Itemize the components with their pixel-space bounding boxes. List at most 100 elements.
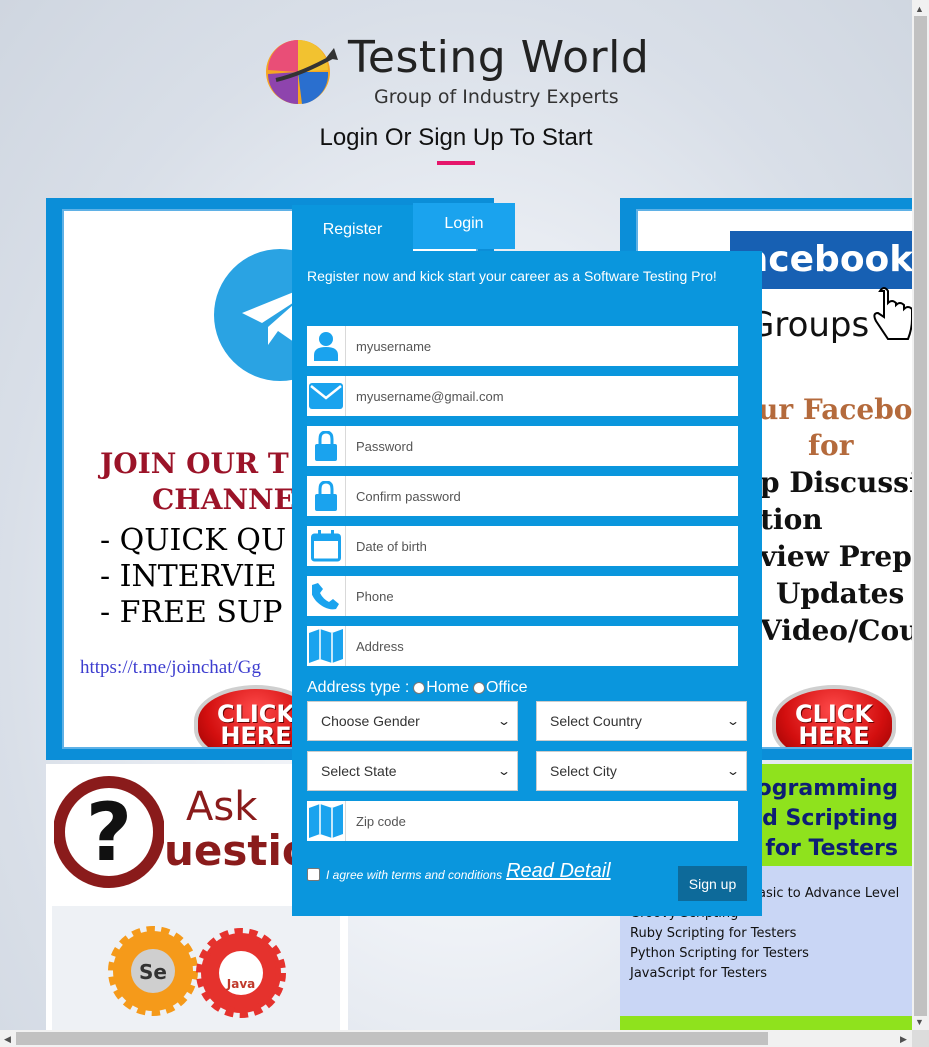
lock-icon xyxy=(307,476,346,516)
promo-right-line: view Prep xyxy=(760,540,912,573)
address-input[interactable] xyxy=(346,626,738,666)
register-form: Register now and kick start your career … xyxy=(292,251,762,916)
gear-label: Java xyxy=(226,977,255,991)
selenium-gear-icon: Se xyxy=(108,926,198,1016)
lock-icon xyxy=(307,426,346,466)
envelope-icon xyxy=(307,376,346,416)
list-item: asic to Advance Level xyxy=(758,886,900,901)
gender-select-value: Choose Gender xyxy=(321,713,420,729)
chevron-down-icon: ⌄ xyxy=(725,714,741,728)
form-intro: Register now and kick start your career … xyxy=(307,268,717,284)
promo-bullet: - QUICK QU xyxy=(100,523,287,558)
svg-text:?: ? xyxy=(86,786,132,879)
city-select-value: Select City xyxy=(550,763,617,779)
read-detail-link[interactable]: Read Detail xyxy=(506,860,611,883)
email-input[interactable] xyxy=(346,376,738,416)
ask-title: Ask xyxy=(186,784,258,830)
state-select[interactable]: Select State ⌄ xyxy=(307,751,518,791)
promo-bullet: - INTERVIE xyxy=(100,559,277,594)
promo-right-line: ur Facebook xyxy=(758,393,912,426)
scroll-up-arrow-icon[interactable]: ▲ xyxy=(915,4,924,14)
home-label[interactable]: Home xyxy=(426,679,469,697)
logo: Testing World Group of Industry Experts xyxy=(262,30,662,112)
promo-right-line: tion xyxy=(760,503,823,536)
promo-heading-line2: CHANNE xyxy=(152,483,295,516)
email-field[interactable] xyxy=(307,376,738,416)
logo-subtitle: Group of Industry Experts xyxy=(374,86,619,108)
state-select-value: Select State xyxy=(321,763,397,779)
hand-cursor-icon xyxy=(873,287,912,340)
user-icon xyxy=(307,326,346,366)
promo-right-line: p Discussio xyxy=(760,466,912,499)
programming-heading: nd Scripting xyxy=(746,806,898,831)
programming-heading: for Testers xyxy=(765,836,898,861)
city-select[interactable]: Select City ⌄ xyxy=(536,751,747,791)
tagline-underline xyxy=(437,161,475,165)
scroll-left-arrow-icon[interactable]: ◀ xyxy=(4,1034,11,1044)
question-mark-icon: ? xyxy=(54,776,164,888)
username-field[interactable] xyxy=(307,326,738,366)
click-here-button[interactable]: CLICK HERE xyxy=(772,685,896,749)
address-type-group: Address type : Home Office xyxy=(307,679,527,697)
globe-logo-icon xyxy=(266,40,338,104)
map-icon xyxy=(307,626,346,666)
zip-field[interactable] xyxy=(307,801,738,841)
calendar-icon xyxy=(307,526,346,566)
phone-input[interactable] xyxy=(346,576,738,616)
phone-field[interactable] xyxy=(307,576,738,616)
ask-subtitle: uestio xyxy=(164,826,311,875)
facebook-groups-label: Groups xyxy=(748,305,870,345)
tech-gears-image: Se Java xyxy=(52,906,340,1030)
office-radio[interactable] xyxy=(472,682,485,694)
scroll-right-arrow-icon[interactable]: ▶ xyxy=(900,1034,907,1044)
country-select-value: Select Country xyxy=(550,713,642,729)
country-select[interactable]: Select Country ⌄ xyxy=(536,701,747,741)
scrollbar-corner xyxy=(912,1030,929,1047)
zip-input[interactable] xyxy=(346,801,738,841)
horizontal-scrollbar-thumb[interactable] xyxy=(16,1032,768,1045)
home-radio[interactable] xyxy=(413,682,426,694)
telegram-link[interactable]: https://t.me/joinchat/Gg xyxy=(80,657,261,679)
gender-select[interactable]: Choose Gender ⌄ xyxy=(307,701,518,741)
list-item: Python Scripting for Testers xyxy=(630,946,809,961)
page-tagline: Login Or Sign Up To Start xyxy=(319,124,593,151)
chevron-down-icon: ⌄ xyxy=(496,764,512,778)
username-input[interactable] xyxy=(346,326,738,366)
programming-heading: rogramming xyxy=(745,776,898,801)
address-type-label: Address type : xyxy=(307,679,410,696)
confirm-password-field[interactable] xyxy=(307,476,738,516)
here-label: HERE xyxy=(798,722,870,749)
promo-right-line: Updates xyxy=(776,577,905,610)
here-label: HERE xyxy=(220,722,292,749)
map-icon xyxy=(307,801,346,841)
password-field[interactable] xyxy=(307,426,738,466)
address-field[interactable] xyxy=(307,626,738,666)
promo-heading-line1: JOIN OUR T xyxy=(100,447,289,480)
terms-checkbox[interactable] xyxy=(307,868,320,881)
chevron-down-icon: ⌄ xyxy=(496,714,512,728)
terms-row: I agree with terms and conditions Read D… xyxy=(307,860,611,886)
phone-icon xyxy=(307,576,346,616)
password-input[interactable] xyxy=(346,426,738,466)
page: Testing World Group of Industry Experts … xyxy=(0,0,912,1030)
java-gear-icon: Java xyxy=(196,928,286,1018)
list-item: JavaScript for Testers xyxy=(630,966,768,981)
vertical-scrollbar-thumb[interactable] xyxy=(914,16,927,1016)
promo-right-line: for xyxy=(808,429,854,462)
gear-label: Se xyxy=(139,960,167,984)
chevron-down-icon: ⌄ xyxy=(725,764,741,778)
tab-register[interactable]: Register xyxy=(292,205,413,251)
dob-field[interactable] xyxy=(307,526,738,566)
programming-footer xyxy=(620,1016,912,1030)
promo-bullet: - FREE SUP xyxy=(100,595,283,630)
office-label[interactable]: Office xyxy=(486,679,528,697)
tab-login[interactable]: Login xyxy=(413,203,515,249)
terms-label: I agree with terms and conditions xyxy=(326,867,503,882)
promo-right-line: Video/Cou xyxy=(760,614,912,647)
confirm-password-input[interactable] xyxy=(346,476,738,516)
scroll-down-arrow-icon[interactable]: ▼ xyxy=(915,1017,924,1027)
signup-button[interactable]: Sign up xyxy=(678,866,747,901)
list-item: Ruby Scripting for Testers xyxy=(630,926,797,941)
logo-title: Testing World xyxy=(348,32,650,83)
dob-input[interactable] xyxy=(346,526,738,566)
